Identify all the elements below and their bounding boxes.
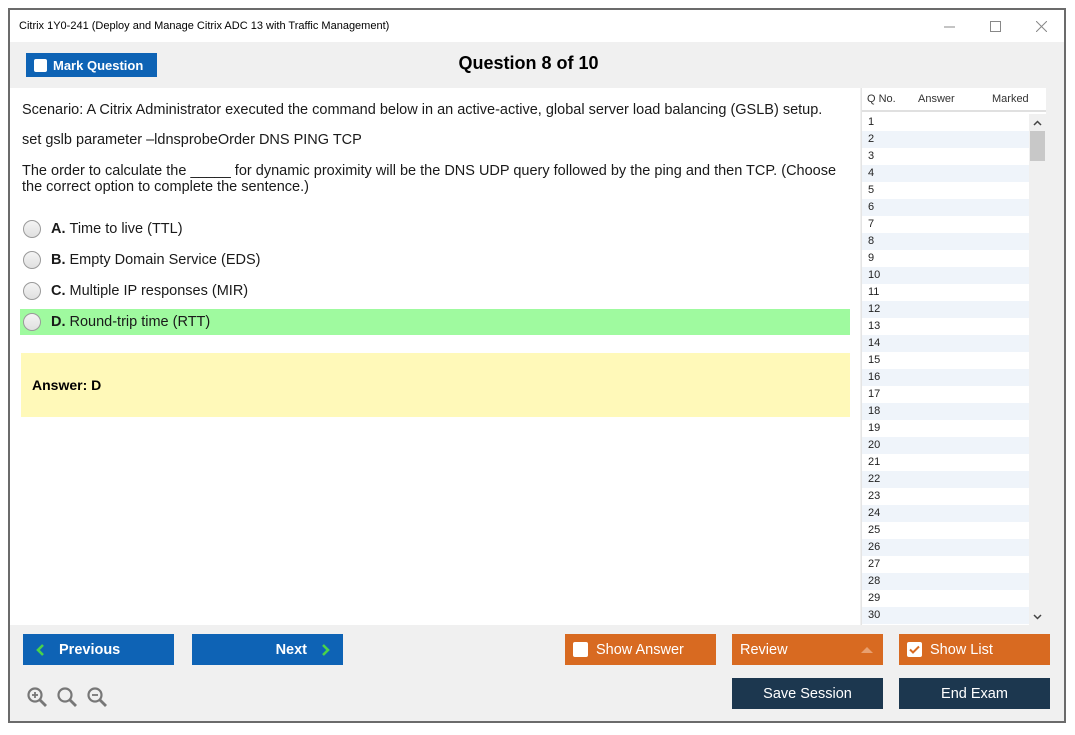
- show-list-checkbox[interactable]: [907, 642, 922, 657]
- option-letter: B.: [51, 252, 66, 268]
- minimize-button[interactable]: [926, 10, 972, 42]
- question-list-row[interactable]: 22: [862, 471, 1030, 488]
- question-list-header: Q No. Answer Marked: [862, 88, 1046, 112]
- question-list-row[interactable]: 3: [862, 148, 1030, 165]
- question-list-row[interactable]: 19: [862, 420, 1030, 437]
- zoom-reset-icon[interactable]: [56, 686, 78, 708]
- question-list-row[interactable]: 13: [862, 318, 1030, 335]
- question-list-row[interactable]: 9: [862, 250, 1030, 267]
- end-exam-button[interactable]: End Exam: [899, 678, 1050, 709]
- review-dropdown[interactable]: Review: [732, 634, 883, 665]
- radio-button[interactable]: [23, 282, 41, 300]
- column-answer[interactable]: Answer: [918, 93, 992, 105]
- show-answer-label: Show Answer: [596, 641, 684, 658]
- option-letter: C.: [51, 283, 66, 299]
- radio-button[interactable]: [23, 251, 41, 269]
- column-marked[interactable]: Marked: [992, 93, 1042, 105]
- question-list-row[interactable]: 10: [862, 267, 1030, 284]
- exam-header: Mark Question Question 8 of 10: [10, 42, 1064, 86]
- show-list-button[interactable]: Show List: [899, 634, 1050, 665]
- question-list-row[interactable]: 21: [862, 454, 1030, 471]
- question-list-row[interactable]: 14: [862, 335, 1030, 352]
- next-label: Next: [275, 641, 307, 658]
- close-button[interactable]: [1018, 10, 1064, 42]
- question-list-row[interactable]: 20: [862, 437, 1030, 454]
- scroll-thumb[interactable]: [1030, 131, 1045, 161]
- question-list-row[interactable]: 25: [862, 522, 1030, 539]
- show-answer-button[interactable]: Show Answer: [565, 634, 716, 665]
- option-a[interactable]: A. Time to live (TTL): [20, 216, 850, 242]
- question-list-row[interactable]: 27: [862, 556, 1030, 573]
- checkmark-icon: [909, 645, 920, 654]
- question-list-row[interactable]: 11: [862, 284, 1030, 301]
- prompt-text-line2: the correct option to complete the sente…: [22, 179, 309, 195]
- question-list-row[interactable]: 1: [862, 114, 1030, 131]
- show-list-label: Show List: [930, 641, 993, 658]
- zoom-controls: [26, 686, 108, 708]
- minimize-icon: [943, 26, 955, 27]
- question-list-row[interactable]: 24: [862, 505, 1030, 522]
- prompt-text-line1: The order to calculate the _____ for dyn…: [22, 163, 837, 179]
- question-list-row[interactable]: 2: [862, 131, 1030, 148]
- option-text: Empty Domain Service (EDS): [69, 252, 261, 268]
- chevron-right-icon: [322, 643, 330, 656]
- save-session-button[interactable]: Save Session: [732, 678, 883, 709]
- question-list-row[interactable]: 6: [862, 199, 1030, 216]
- review-label: Review: [740, 641, 788, 658]
- show-answer-checkbox[interactable]: [573, 642, 588, 657]
- question-panel: Scenario: A Citrix Administrator execute…: [10, 88, 860, 625]
- question-list-rows: 1 2 3 4 5 6 7 8 9 10 11 12 13 14 15 16 17 18 19 20 21 22 23 24 2…: [862, 114, 1030, 624]
- question-list-row[interactable]: 26: [862, 539, 1030, 556]
- chevron-left-icon: [36, 643, 44, 656]
- question-list-row[interactable]: 17: [862, 386, 1030, 403]
- question-list-row[interactable]: 5: [862, 182, 1030, 199]
- close-icon: [1035, 20, 1047, 32]
- app-window: Citrix 1Y0-241 (Deploy and Manage Citrix…: [8, 8, 1066, 723]
- question-list-row[interactable]: 8: [862, 233, 1030, 250]
- answer-box: Answer: D: [21, 353, 850, 417]
- title-bar: Citrix 1Y0-241 (Deploy and Manage Citrix…: [10, 10, 1064, 42]
- option-b[interactable]: B. Empty Domain Service (EDS): [20, 247, 850, 273]
- chevron-down-icon: [1033, 613, 1042, 620]
- question-list-row[interactable]: 15: [862, 352, 1030, 369]
- question-list-row[interactable]: 28: [862, 573, 1030, 590]
- question-title: Question 8 of 10: [458, 53, 599, 73]
- scroll-down-button[interactable]: [1029, 608, 1046, 625]
- option-letter: A.: [51, 221, 66, 237]
- question-list-row[interactable]: 12: [862, 301, 1030, 318]
- command-text: set gslb parameter –ldnsprobeOrder DNS P…: [22, 132, 362, 148]
- chevron-up-icon: [1033, 119, 1042, 126]
- option-text: Multiple IP responses (MIR): [69, 283, 249, 299]
- zoom-out-icon[interactable]: [86, 686, 108, 708]
- zoom-in-icon[interactable]: [26, 686, 48, 708]
- question-list: Q No. Answer Marked 1 2 3 4 5 6 7 8 9 10 11 12 13 14 1…: [861, 88, 1046, 625]
- option-c[interactable]: C. Multiple IP responses (MIR): [20, 278, 850, 304]
- question-list-row[interactable]: 29: [862, 590, 1030, 607]
- radio-button[interactable]: [23, 220, 41, 238]
- option-text: Time to live (TTL): [69, 221, 183, 237]
- question-list-row[interactable]: 16: [862, 369, 1030, 386]
- column-qno[interactable]: Q No.: [862, 93, 918, 105]
- scenario-text: Scenario: A Citrix Administrator execute…: [22, 102, 823, 118]
- option-d[interactable]: D. Round-trip time (RTT): [20, 309, 850, 335]
- question-list-row[interactable]: 7: [862, 216, 1030, 233]
- radio-button[interactable]: [23, 313, 41, 331]
- scroll-up-button[interactable]: [1029, 114, 1046, 131]
- question-list-row[interactable]: 18: [862, 403, 1030, 420]
- option-text: Round-trip time (RTT): [69, 314, 211, 330]
- window-title: Citrix 1Y0-241 (Deploy and Manage Citrix…: [19, 20, 390, 32]
- next-button[interactable]: Next: [192, 634, 343, 665]
- caret-up-icon: [861, 647, 873, 653]
- maximize-button[interactable]: [972, 10, 1018, 42]
- previous-button[interactable]: Previous: [23, 634, 174, 665]
- question-list-row[interactable]: 4: [862, 165, 1030, 182]
- maximize-icon: [989, 20, 1001, 32]
- previous-label: Previous: [59, 641, 121, 658]
- question-list-row[interactable]: 30: [862, 607, 1030, 624]
- question-list-row[interactable]: 23: [862, 488, 1030, 505]
- question-list-scrollbar[interactable]: [1029, 114, 1046, 625]
- option-letter: D.: [51, 314, 66, 330]
